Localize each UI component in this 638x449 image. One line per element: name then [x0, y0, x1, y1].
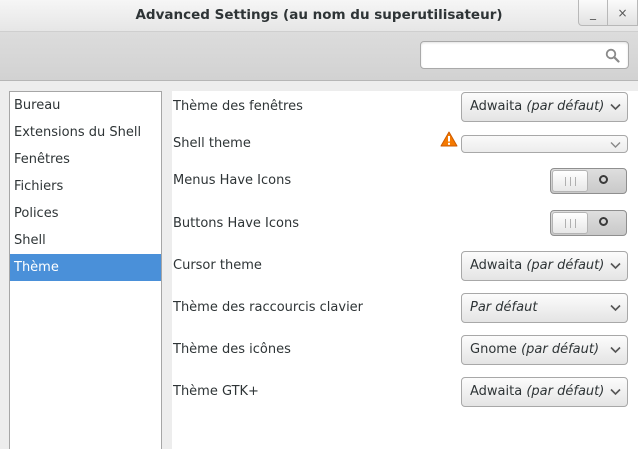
window-title: Advanced Settings (au nom du superutilis…: [135, 7, 503, 23]
switch-off-icon: [599, 217, 608, 226]
close-button[interactable]: ×: [608, 0, 638, 26]
sidebar-item-bureau[interactable]: Bureau: [10, 92, 161, 119]
menus-have-icons-switch[interactable]: [550, 168, 627, 194]
combo-value: Adwaita (par défaut): [470, 99, 605, 114]
sidebar-item-theme[interactable]: Thème: [10, 254, 161, 281]
sidebar-item-shell[interactable]: Shell: [10, 227, 161, 254]
chevron-down-icon: [610, 262, 621, 270]
search-icon: [605, 48, 620, 63]
shell-theme-combo[interactable]: [461, 135, 628, 153]
chevron-down-icon: [610, 103, 621, 111]
minimize-icon: _: [590, 5, 596, 20]
switch-knob: [552, 170, 588, 192]
sidebar-item-polices[interactable]: Polices: [10, 200, 161, 227]
switch-knob: [552, 212, 588, 234]
setting-label: Menus Have Icons: [173, 173, 292, 188]
minimize-button[interactable]: _: [578, 0, 608, 26]
sidebar-item-fenetres[interactable]: Fenêtres: [10, 146, 161, 173]
title-bar: Advanced Settings (au nom du superutilis…: [0, 0, 638, 32]
window-theme-combo[interactable]: Adwaita (par défaut): [461, 92, 628, 122]
icon-theme-combo[interactable]: Gnome (par défaut): [461, 335, 628, 365]
gtk-theme-combo[interactable]: Adwaita (par défaut): [461, 377, 628, 407]
chevron-down-icon: [610, 142, 621, 148]
setting-label: Thème des icônes: [173, 342, 291, 357]
chevron-down-icon: [610, 346, 621, 354]
keybinding-theme-combo[interactable]: Par défaut: [461, 293, 628, 323]
chevron-down-icon: [610, 304, 621, 312]
setting-label: Thème des raccourcis clavier: [173, 300, 364, 315]
warning-icon: [440, 131, 458, 147]
combo-value: Gnome (par défaut): [470, 342, 600, 357]
search-input[interactable]: [427, 46, 601, 66]
setting-label: Buttons Have Icons: [173, 216, 299, 231]
sidebar: Bureau Extensions du Shell Fenêtres Fich…: [9, 91, 162, 449]
setting-label: Cursor theme: [173, 258, 262, 273]
search-box[interactable]: [420, 41, 629, 69]
combo-value: Adwaita (par défaut): [470, 258, 605, 273]
setting-label: Thème GTK+: [173, 384, 259, 399]
chevron-down-icon: [610, 388, 621, 396]
combo-value: Par défaut: [470, 300, 538, 315]
setting-label: Thème des fenêtres: [173, 99, 303, 114]
sidebar-item-fichiers[interactable]: Fichiers: [10, 173, 161, 200]
toolbar: [0, 32, 638, 81]
buttons-have-icons-switch[interactable]: [550, 210, 627, 236]
settings-panel: Thème des fenêtres Adwaita (par défaut) …: [172, 91, 638, 449]
switch-off-icon: [599, 175, 608, 184]
close-icon: ×: [617, 5, 628, 20]
combo-value: Adwaita (par défaut): [470, 384, 605, 399]
sidebar-item-extensions[interactable]: Extensions du Shell: [10, 119, 161, 146]
setting-label: Shell theme: [173, 136, 251, 151]
cursor-theme-combo[interactable]: Adwaita (par défaut): [461, 251, 628, 281]
